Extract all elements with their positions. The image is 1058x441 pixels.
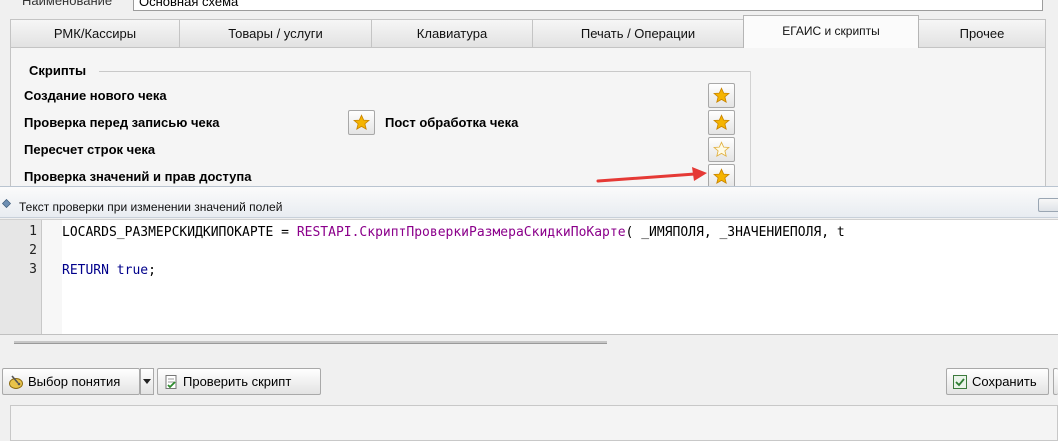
window-control-button[interactable]	[1038, 198, 1058, 212]
tab-print-operations[interactable]: Печать / Операции	[532, 19, 744, 47]
save-label: Сохранить	[972, 374, 1037, 389]
tab-keyboard[interactable]: Клавиатура	[371, 19, 533, 47]
check-script-icon	[165, 374, 177, 389]
save-icon	[953, 374, 967, 389]
choose-concept-label: Выбор понятия	[28, 374, 121, 389]
annotation-arrow-icon	[596, 167, 707, 183]
star-filled-icon	[353, 114, 370, 131]
line-number: 3	[29, 262, 37, 277]
check-script-label: Проверить скрипт	[183, 374, 292, 389]
scripts-group-title: Скрипты	[24, 63, 92, 78]
code-operator: =	[273, 225, 297, 240]
concept-dropdown-button[interactable]	[140, 368, 154, 395]
code-variable: LOCARDS_РАЗМЕРСКИДКИПОКАРТЕ	[62, 225, 274, 240]
star-filled-icon	[713, 168, 730, 185]
script-edit-button-value-access-check[interactable]	[708, 164, 735, 187]
settings-window: Наименование Основная схема РМК/Кассиры …	[0, 0, 1058, 187]
chevron-down-icon	[143, 379, 151, 384]
script-label-new-receipt: Создание нового чека	[24, 88, 167, 103]
fold-margin	[42, 220, 62, 334]
script-edit-button-post-processing[interactable]	[708, 110, 735, 135]
star-outline-icon	[713, 141, 730, 158]
code-line-1: LOCARDS_РАЗМЕРСКИДКИПОКАРТЕ = RESTAPI.Ск…	[62, 225, 845, 240]
settings-tab-strip: РМК/Кассиры Товары / услуги Клавиатура П…	[10, 15, 1046, 48]
script-label-before-save: Проверка перед записью чека	[24, 115, 220, 130]
name-label: Наименование	[22, 0, 113, 8]
script-label-recalc-lines: Пересчет строк чека	[24, 142, 156, 157]
code-semicolon: ;	[148, 263, 156, 278]
code-keyword-return: RETURN	[62, 263, 109, 278]
tab-egais-scripts[interactable]: ЕГАИС и скрипты	[743, 15, 919, 48]
code-arguments: ( _ИМЯПОЛЯ, _ЗНАЧЕНИЕПОЛЯ, t	[625, 225, 845, 240]
code-keyword-true: true	[116, 263, 149, 278]
editor-window-title: Текст проверки при изменении значений по…	[19, 200, 283, 214]
line-number: 1	[29, 224, 37, 239]
script-label-value-access-check: Проверка значений и прав доступа	[24, 169, 252, 184]
concept-icon	[9, 374, 23, 389]
bottom-panel	[10, 405, 1058, 441]
star-filled-icon	[713, 114, 730, 131]
script-edit-button-recalc-lines[interactable]	[708, 137, 735, 162]
code-api-call: RESTAPI.СкриптПроверкиРазмераСкидкиПоКар…	[296, 225, 626, 240]
extra-toolbar-button[interactable]	[1053, 368, 1058, 395]
code-editor[interactable]: 1 2 3 LOCARDS_РАЗМЕРСКИДКИПОКАРТЕ = REST…	[0, 219, 1058, 335]
script-edit-button-before-save[interactable]	[348, 110, 375, 135]
line-number: 2	[29, 243, 37, 258]
window-icon	[2, 199, 11, 208]
tab-goods-services[interactable]: Товары / услуги	[179, 19, 372, 47]
choose-concept-button[interactable]: Выбор понятия	[2, 368, 140, 395]
check-script-button[interactable]: Проверить скрипт	[157, 368, 321, 395]
group-divider	[99, 71, 751, 72]
name-input[interactable]: Основная схема	[133, 0, 1043, 11]
save-button[interactable]: Сохранить	[946, 368, 1049, 395]
script-edit-button-new-receipt[interactable]	[708, 83, 735, 108]
tab-rmk-cashiers[interactable]: РМК/Кассиры	[10, 19, 180, 47]
star-filled-icon	[713, 87, 730, 104]
code-line-3: RETURN true;	[62, 263, 156, 278]
horizontal-scrollbar[interactable]	[14, 341, 607, 344]
line-number-gutter: 1 2 3	[0, 220, 42, 334]
tab-other[interactable]: Прочее	[918, 19, 1046, 47]
script-editor-window: Текст проверки при изменении значений по…	[0, 186, 1058, 441]
script-label-post-processing: Пост обработка чека	[385, 115, 519, 130]
group-divider-vertical	[750, 71, 751, 187]
